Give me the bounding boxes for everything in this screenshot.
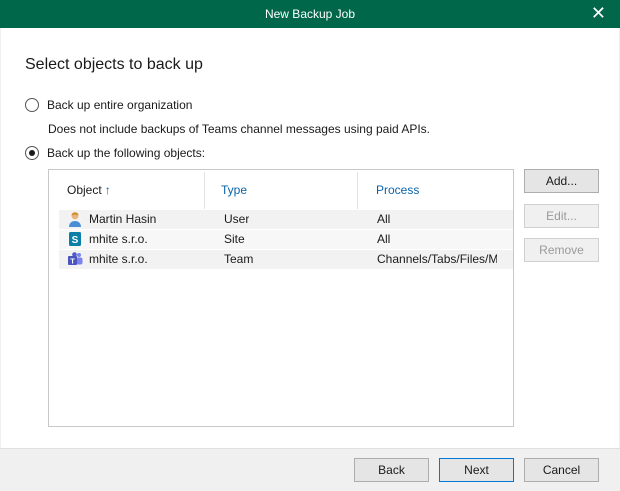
- entire-org-radio[interactable]: [25, 98, 39, 112]
- column-separator[interactable]: [357, 172, 358, 209]
- dialog-content: Select objects to back up Back up entire…: [1, 28, 619, 448]
- sort-ascending-icon: ↑: [104, 183, 111, 197]
- page-title: Select objects to back up: [25, 56, 203, 73]
- object-type: Team: [224, 252, 254, 266]
- list-header: Object ↑ Type Process: [49, 170, 513, 210]
- objects-list[interactable]: Object ↑ Type Process Martin Hasin User A…: [48, 169, 514, 427]
- svg-text:T: T: [70, 256, 75, 265]
- column-header-object[interactable]: Object ↑: [67, 183, 111, 197]
- following-objects-radio[interactable]: [25, 146, 39, 160]
- teams-icon: T: [68, 252, 83, 265]
- object-type: Site: [224, 232, 245, 246]
- close-icon[interactable]: ✕: [591, 3, 606, 23]
- column-header-process[interactable]: Process: [376, 183, 419, 197]
- object-name: Martin Hasin: [89, 212, 157, 226]
- object-process: All: [377, 212, 391, 226]
- column-separator[interactable]: [204, 172, 205, 209]
- edit-button[interactable]: Edit...: [524, 204, 599, 228]
- next-button[interactable]: Next: [439, 458, 514, 482]
- back-button[interactable]: Back: [354, 458, 429, 482]
- cancel-button[interactable]: Cancel: [524, 458, 599, 482]
- entire-org-note: Does not include backups of Teams channe…: [48, 122, 431, 136]
- svg-text:S: S: [72, 235, 79, 246]
- object-process: Channels/Tabs/Files/M: [377, 252, 497, 266]
- object-type: User: [224, 212, 250, 226]
- entire-org-label: Back up entire organization: [47, 98, 193, 112]
- sharepoint-site-icon: S: [69, 232, 81, 246]
- following-objects-label: Back up the following objects:: [47, 146, 206, 160]
- following-objects-option[interactable]: Back up the following objects:: [25, 146, 205, 160]
- table-row[interactable]: Martin Hasin User All: [59, 210, 513, 229]
- entire-org-option[interactable]: Back up entire organization: [25, 98, 192, 112]
- dialog-footer: Back Next Cancel: [0, 448, 620, 491]
- user-icon: [69, 212, 81, 227]
- remove-button[interactable]: Remove: [524, 238, 599, 262]
- window-title: New Backup Job: [264, 7, 356, 21]
- object-process: All: [377, 232, 391, 246]
- object-name: mhite s.r.o.: [89, 252, 148, 266]
- title-bar: New Backup Job ✕: [0, 0, 620, 28]
- object-name: mhite s.r.o.: [89, 232, 148, 246]
- column-header-type[interactable]: Type: [221, 183, 247, 197]
- table-row[interactable]: T mhite s.r.o. Team Channels/Tabs/Files/…: [59, 250, 513, 269]
- add-button[interactable]: Add...: [524, 169, 599, 193]
- table-row[interactable]: S mhite s.r.o. Site All: [59, 230, 513, 249]
